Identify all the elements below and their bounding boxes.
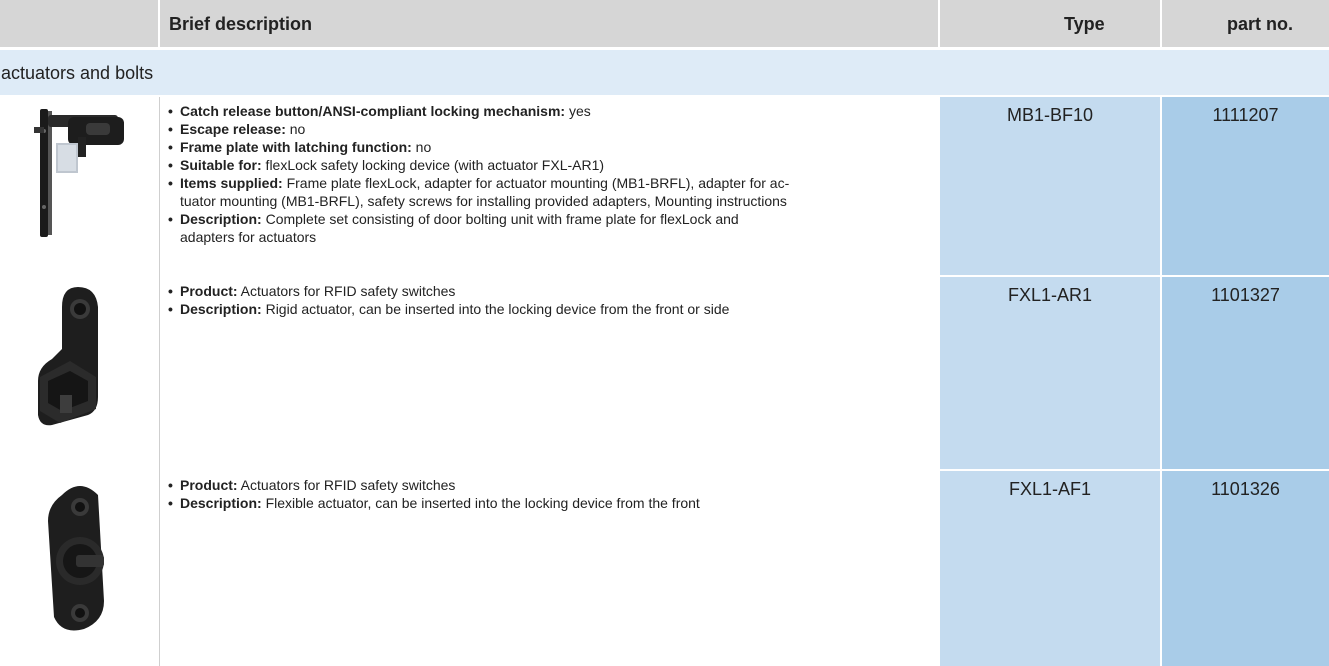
list-item: Product: Actuators for RFID safety switc… bbox=[168, 282, 938, 300]
part-no-value: 1111207 bbox=[1212, 105, 1279, 125]
list-item: Description: Rigid actuator, can be inse… bbox=[168, 300, 938, 318]
header-type: Type bbox=[1064, 14, 1105, 34]
description-cell: Product: Actuators for RFID safety switc… bbox=[160, 471, 938, 666]
list-item: Catch release button/ANSI-compliant lock… bbox=[168, 102, 938, 120]
type-value: FXL1-AR1 bbox=[1007, 285, 1093, 305]
type-cell: MB1-BF10 bbox=[940, 97, 1160, 275]
group-label: actuators and bolts bbox=[1, 63, 154, 83]
header-image-cell bbox=[0, 0, 158, 47]
description-list: Catch release button/ANSI-compliant lock… bbox=[168, 102, 938, 246]
column-divider bbox=[159, 97, 160, 666]
table-row: Catch release button/ANSI-compliant lock… bbox=[0, 97, 1329, 275]
list-item: Suitable for: flexLock safety locking de… bbox=[168, 156, 938, 174]
header-part-no: part no. bbox=[1227, 14, 1293, 34]
header-type-cell bbox=[940, 0, 1160, 47]
type-value: MB1-BF10 bbox=[1006, 105, 1094, 125]
product-image bbox=[0, 97, 158, 275]
description-cell: Product: Actuators for RFID safety switc… bbox=[160, 277, 938, 469]
type-cell: FXL1-AF1 bbox=[940, 471, 1160, 666]
list-item: Description: Complete set consisting of … bbox=[168, 210, 938, 246]
table-row: Product: Actuators for RFID safety switc… bbox=[0, 471, 1329, 666]
type-value: FXL1-AF1 bbox=[1008, 479, 1092, 499]
table-row: Product: Actuators for RFID safety switc… bbox=[0, 277, 1329, 469]
product-image bbox=[0, 471, 158, 666]
part-no-value: 1101326 bbox=[1211, 479, 1280, 499]
header-brief-description: Brief description bbox=[169, 14, 313, 34]
door-bolt-image bbox=[34, 109, 124, 237]
group-row: actuators and bolts bbox=[0, 50, 1329, 95]
part-cell: 1111207 bbox=[1162, 97, 1329, 275]
part-cell: 1101326 bbox=[1162, 471, 1329, 666]
list-item: Product: Actuators for RFID safety switc… bbox=[168, 476, 938, 494]
list-item: Frame plate with latching function: no bbox=[168, 138, 938, 156]
flexible-actuator-image bbox=[48, 486, 104, 631]
table-header: Brief description Type part no. bbox=[0, 0, 1329, 47]
part-no-value: 1101327 bbox=[1211, 285, 1280, 305]
product-table: Brief description Type part no. actuator… bbox=[0, 0, 1329, 666]
list-item: Description: Flexible actuator, can be i… bbox=[168, 494, 938, 512]
product-image bbox=[0, 277, 158, 469]
type-cell: FXL1-AR1 bbox=[940, 277, 1160, 469]
list-item: Escape release: no bbox=[168, 120, 938, 138]
description-list: Product: Actuators for RFID safety switc… bbox=[168, 282, 938, 318]
list-item: Items supplied: Frame plate flexLock, ad… bbox=[168, 174, 938, 210]
part-cell: 1101327 bbox=[1162, 277, 1329, 469]
description-cell: Catch release button/ANSI-compliant lock… bbox=[160, 97, 938, 275]
description-list: Product: Actuators for RFID safety switc… bbox=[168, 476, 938, 512]
rigid-actuator-image bbox=[38, 287, 98, 426]
